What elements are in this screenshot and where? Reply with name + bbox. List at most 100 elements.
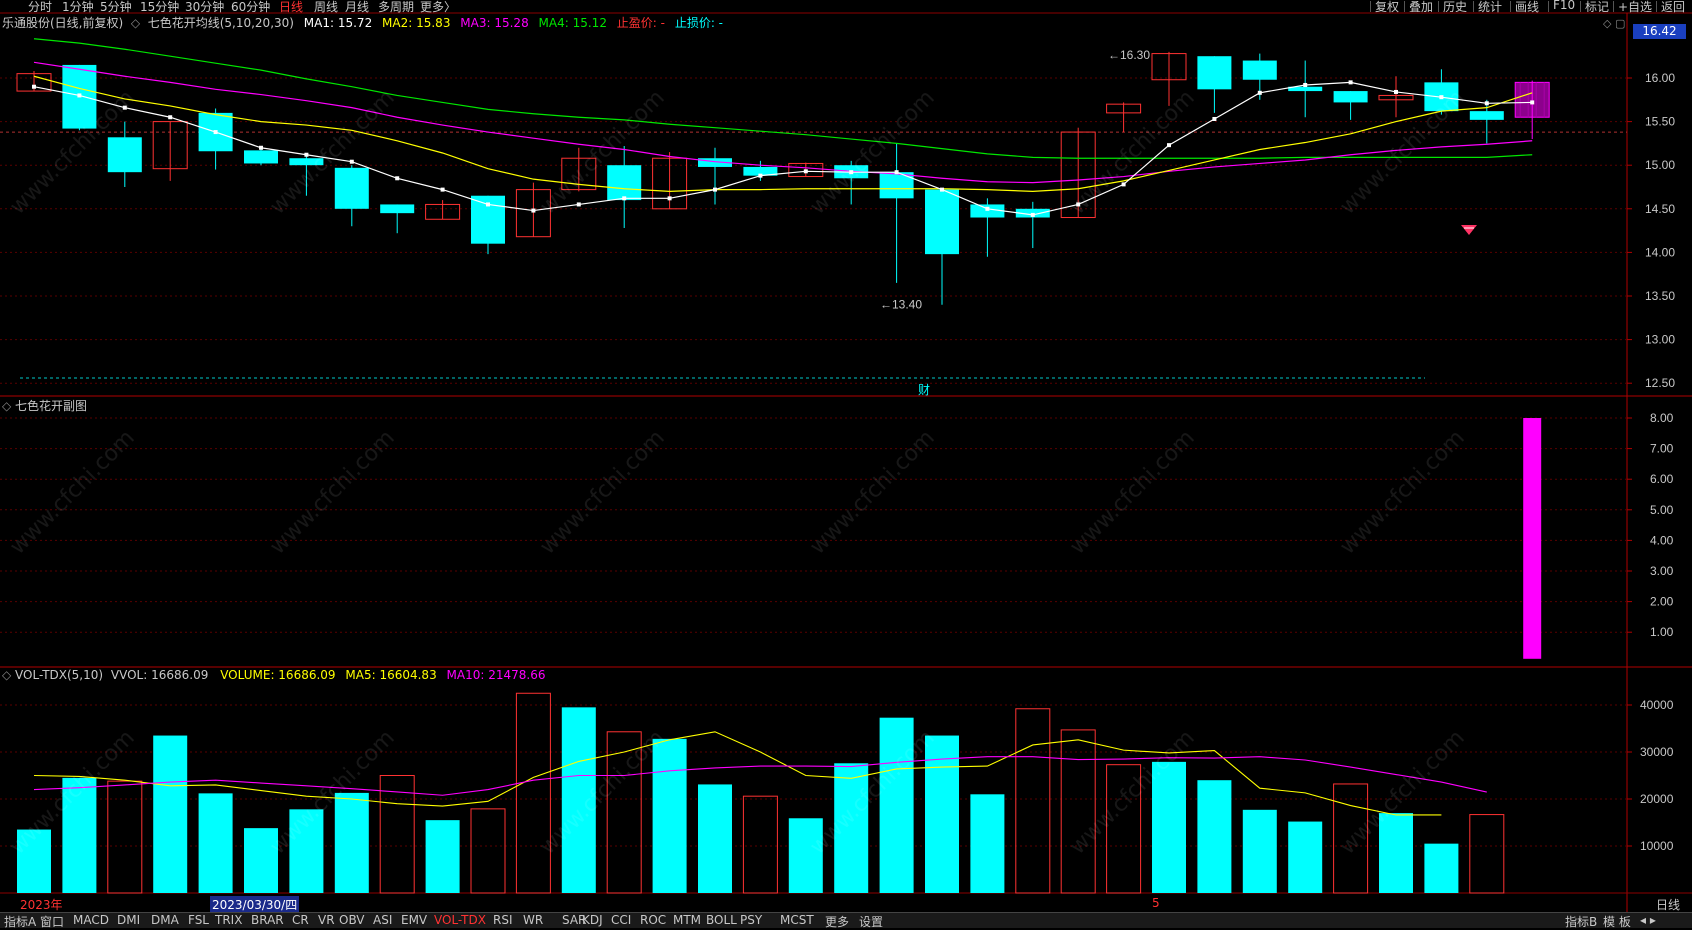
candle-body xyxy=(607,165,642,201)
volume-bar xyxy=(1469,814,1505,894)
ma1-line-point xyxy=(940,187,944,192)
price-tick-label: 14.00 xyxy=(1645,245,1675,259)
volume-bar xyxy=(425,820,460,893)
indicator-tab-3[interactable]: DMI xyxy=(117,913,140,927)
indicator-tab-12[interactable]: EMV xyxy=(401,913,427,927)
volume-bar xyxy=(1106,764,1142,894)
stock-chart[interactable]: 16.00 15.50 15.00 14.50 14.00 13.50 13.00 12.50… xyxy=(0,0,1692,912)
ma1-line-point xyxy=(1303,82,1308,87)
sub-tick-label: 7.00 xyxy=(1650,442,1674,456)
indicator-tab-21[interactable]: BOLL xyxy=(706,913,737,927)
ma1-line-point xyxy=(122,105,127,110)
indicator-tab-0[interactable]: 指标A xyxy=(4,913,36,930)
ma1-line-point xyxy=(32,84,36,89)
volume-bar xyxy=(1197,780,1232,893)
collapse-icon[interactable]: ◇ xyxy=(2,399,15,413)
ma1-line-point xyxy=(486,202,490,207)
indicator-name: 七色花开均线(5,10,20,30) xyxy=(147,16,294,30)
volume-bar xyxy=(153,735,188,893)
ma1-line-point xyxy=(304,152,309,157)
ma1-line-point xyxy=(1348,80,1353,85)
volume-bar xyxy=(1424,843,1459,893)
ma1-line-point xyxy=(259,145,263,150)
signal-marker-icon xyxy=(1461,225,1477,235)
ma1-line-point xyxy=(1212,116,1217,121)
ma1-line-point xyxy=(213,130,218,135)
candle-body xyxy=(925,189,959,255)
period-label: 日线 xyxy=(1656,898,1681,912)
indicator-tab-20[interactable]: MTM xyxy=(673,913,701,927)
price-tick-label: 12.50 xyxy=(1645,376,1675,390)
volume-tick-label: 20000 xyxy=(1640,792,1674,806)
bottom-right-button-0[interactable]: 指标B xyxy=(1565,913,1597,930)
volume-tick-label: 40000 xyxy=(1640,698,1674,712)
sub-tick-label: 8.00 xyxy=(1650,411,1674,425)
candle-body xyxy=(244,150,278,164)
indicator-tab-7[interactable]: BRAR xyxy=(251,913,284,927)
volume-bar xyxy=(1152,761,1186,893)
collapse-icon[interactable]: ◇ xyxy=(127,16,144,30)
ma1-line-point xyxy=(1439,95,1444,100)
indicator-tab-2[interactable]: MACD xyxy=(73,913,109,927)
candle-body xyxy=(1197,56,1232,90)
ma1-line-point xyxy=(1167,143,1171,148)
candle-body xyxy=(879,172,914,199)
sub-tick-label: 2.00 xyxy=(1650,595,1674,609)
candle-body xyxy=(1469,111,1504,120)
panel-settings-icon[interactable]: ◇ ▢ xyxy=(1603,17,1625,30)
stop-loss-value: 止损价: - xyxy=(674,16,724,30)
candle-body xyxy=(334,167,369,209)
indicator-tab-13[interactable]: VOL-TDX xyxy=(434,913,486,927)
indicator-tab-17[interactable]: KDJ xyxy=(582,913,603,927)
price-tick-label: 16.00 xyxy=(1645,71,1675,85)
candle-body xyxy=(107,137,142,173)
price-tick-label: 15.50 xyxy=(1645,115,1675,129)
volume-panel-header: ◇ VOL-TDX(5,10) VVOL: 16686.09 VOLUME: 1… xyxy=(2,668,545,682)
indicator-tab-25[interactable]: 设置 xyxy=(859,913,883,930)
main-panel-header: 乐通股份(日线,前复权) ◇ 七色花开均线(5,10,20,30) MA1: 1… xyxy=(2,14,723,31)
ma1-line-point xyxy=(576,202,581,207)
ma1-line-point xyxy=(168,115,173,120)
sub-tick-label: 5.00 xyxy=(1650,503,1674,517)
scroll-arrows-icon[interactable]: ◂ ▸ xyxy=(1640,913,1656,927)
indicator-tab-19[interactable]: ROC xyxy=(640,913,666,927)
indicator-tab-1[interactable]: 窗口 xyxy=(40,913,64,930)
volume-bar xyxy=(561,707,596,893)
low-price-label: ←13.40 xyxy=(880,298,922,312)
indicator-tab-18[interactable]: CCI xyxy=(611,913,631,927)
ma1-line-point xyxy=(985,206,990,211)
volume-bar xyxy=(198,793,233,893)
indicator-tab-14[interactable]: RSI xyxy=(493,913,513,927)
indicator-tab-9[interactable]: VR xyxy=(318,913,335,927)
indicator-tab-11[interactable]: ASI xyxy=(373,913,392,927)
indicator-tab-6[interactable]: TRIX xyxy=(215,913,242,927)
indicator-tab-23[interactable]: MCST xyxy=(780,913,814,927)
ma3-value: MA3: 15.28 xyxy=(460,16,529,30)
bottom-right-button-1[interactable]: 模 板 xyxy=(1603,913,1631,930)
sub-tick-label: 3.00 xyxy=(1650,564,1674,578)
ma1-line-point xyxy=(1257,90,1262,95)
cursor-date-label: 2023/03/30/四 xyxy=(210,896,300,913)
indicator-tab-5[interactable]: FSL xyxy=(188,913,209,927)
ma3-line xyxy=(33,61,1533,184)
volume-bar xyxy=(289,809,324,893)
collapse-icon[interactable]: ◇ xyxy=(2,668,15,682)
ma1-line-point xyxy=(1484,101,1489,106)
volume-bar xyxy=(1379,813,1413,893)
indicator-tab-24[interactable]: 更多 xyxy=(825,913,849,930)
ma1-line-point xyxy=(77,93,82,98)
ma1-line xyxy=(33,81,1533,216)
indicator-tab-15[interactable]: WR xyxy=(523,913,543,927)
month-label: 5 xyxy=(1152,896,1160,910)
sub-panel-header: ◇ 七色花开副图 xyxy=(2,397,87,414)
finance-marker: 财 xyxy=(918,383,930,397)
candle-body xyxy=(1242,60,1277,80)
indicator-tab-22[interactable]: PSY xyxy=(740,913,762,927)
high-price-label: ←16.30 xyxy=(1108,48,1150,62)
indicator-tab-4[interactable]: DMA xyxy=(151,913,179,927)
indicator-tab-10[interactable]: OBV xyxy=(339,913,365,927)
volume-tick-label: 10000 xyxy=(1640,839,1674,853)
ma1-line-point xyxy=(1394,89,1398,94)
volume-bar xyxy=(1060,729,1096,894)
indicator-tab-8[interactable]: CR xyxy=(292,913,309,927)
